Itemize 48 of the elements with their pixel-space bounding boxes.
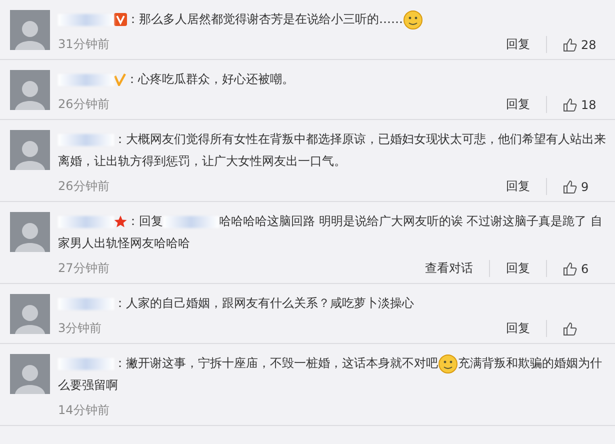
blurred-username-drawing — [58, 298, 114, 310]
avatar-silhouette-icon — [15, 138, 45, 170]
comment-text: ：撇开谢这事，宁拆十座庙，不毁一桩婚，这话本身就不对吧 充满背叛和欺骗的婚姻为什么要强留啊 — [58, 352, 607, 396]
comment-action-link[interactable]: 回复 — [490, 260, 547, 277]
emoji-icon — [438, 354, 458, 374]
avatar-silhouette-icon — [15, 362, 45, 394]
comment-action-link[interactable]: 回复 — [490, 320, 547, 337]
comment-action-link[interactable]: 回复 — [490, 36, 547, 53]
avatar-placeholder[interactable] — [10, 212, 50, 252]
emoji-icon — [403, 10, 423, 30]
comment-time: 3分钟前 — [58, 320, 103, 337]
avatar-placeholder[interactable] — [10, 294, 50, 334]
blurred-username-drawing — [58, 216, 114, 228]
like-button[interactable]: 9 — [547, 180, 607, 194]
thumbs-up-icon — [563, 98, 577, 112]
comment-action-link[interactable]: 查看对话 — [409, 260, 490, 277]
avatar-silhouette-icon — [15, 220, 45, 252]
like-button[interactable]: 18 — [547, 98, 607, 112]
blurred-username-drawing — [58, 74, 114, 86]
comment-action-link[interactable]: 回复 — [490, 96, 547, 113]
avatar-silhouette-icon — [15, 78, 45, 110]
thumbs-up-icon — [563, 180, 577, 194]
blurred-username-drawing — [58, 134, 114, 146]
comment-text: ：回复 哈哈哈哈这脑回路 明明是说给广大网友听的诶 不过谢这脑子真是跪了 自家男人出轨怪网友哈哈哈 — [58, 213, 604, 252]
blurred-username-drawing — [58, 358, 114, 370]
avatar-silhouette-icon — [15, 18, 45, 50]
comment-text: ：心疼吃瓜群众，好心还被嘲。 — [58, 68, 607, 90]
comment-action-link[interactable]: 回复 — [490, 178, 547, 195]
comment-time: 26分钟前 — [58, 178, 110, 195]
thumbs-up-icon — [563, 322, 577, 336]
comment-time: 14分钟前 — [58, 402, 110, 419]
avatar-silhouette-icon — [15, 302, 45, 334]
avatar-placeholder[interactable] — [10, 10, 50, 50]
comment-text: ：人家的自己婚姻，跟网友有什么关系？咸吃萝卜淡操心 — [58, 292, 607, 314]
comment-time: 27分钟前 — [58, 260, 110, 277]
comment-text: ：那么多人居然都觉得谢杏芳是在说给小三听的…… — [58, 8, 607, 30]
comment-text: ：大概网友们觉得所有女性在背叛中都选择原谅，已婚妇女现状太可悲，他们希望有人站出来离婚，让出轨方得到惩罚，让广大女性网友出一口气。 — [58, 131, 607, 170]
avatar-placeholder[interactable] — [10, 130, 50, 170]
like-button[interactable]: 28 — [547, 38, 607, 52]
thumbs-up-icon — [563, 262, 577, 276]
avatar-placeholder[interactable] — [10, 354, 50, 394]
avatar-placeholder[interactable] — [10, 70, 50, 110]
thumbs-up-icon — [563, 38, 577, 52]
blurred-username-drawing — [58, 14, 114, 26]
comment-time: 31分钟前 — [58, 36, 110, 53]
comment-time: 26分钟前 — [58, 96, 110, 113]
like-button[interactable]: 6 — [547, 262, 607, 276]
blurred-username-drawing — [163, 216, 219, 228]
